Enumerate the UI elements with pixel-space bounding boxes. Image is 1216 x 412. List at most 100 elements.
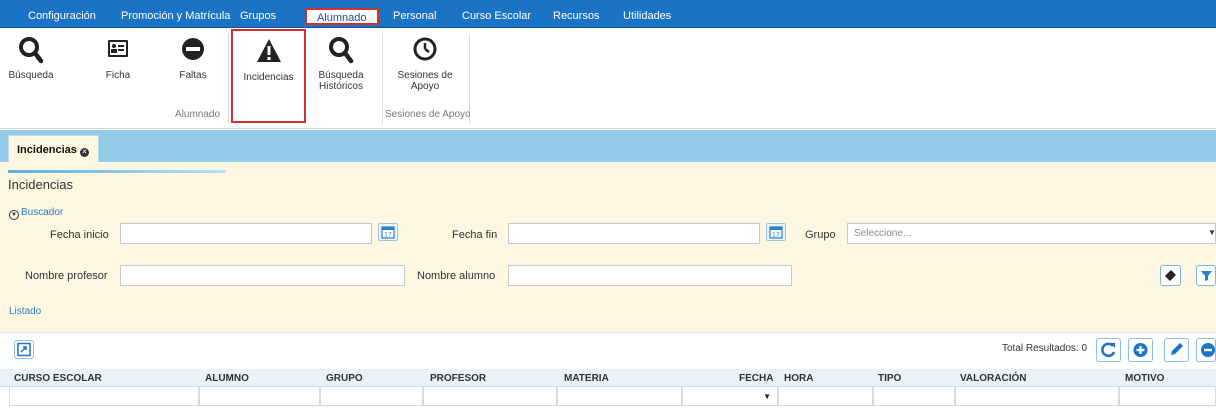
fecha-fin-input[interactable]	[508, 223, 760, 244]
menu-personal[interactable]: Personal	[393, 10, 436, 22]
nombre-profesor-input[interactable]	[120, 265, 405, 286]
refresh-icon	[1101, 342, 1116, 358]
filter-fecha[interactable]: ▼	[682, 387, 778, 406]
column-hora[interactable]: HORA	[784, 369, 813, 387]
title-accent-line	[8, 170, 226, 173]
ribbon-sesiones-label-1: Sesiones de	[397, 70, 453, 81]
no-entry-icon	[182, 38, 204, 60]
results-toolbar: Total Resultados: 0	[0, 332, 1216, 369]
filter-profesor[interactable]	[423, 387, 557, 406]
chevron-down-icon: ▼	[9, 210, 19, 220]
ribbon-faltas-button[interactable]: Faltas	[171, 34, 215, 81]
column-grupo[interactable]: GRUPO	[326, 369, 363, 387]
fecha-inicio-input[interactable]	[120, 223, 372, 244]
buscador-label: Buscador	[21, 207, 64, 218]
total-resultados-label: Total Resultados:	[1002, 343, 1079, 354]
ribbon-sesiones-label-2: Apoyo	[410, 81, 440, 92]
ribbon-ficha-label: Ficha	[105, 70, 131, 81]
total-resultados-count: 0	[1081, 343, 1088, 354]
ribbon-group-sesiones-label: Sesiones de Apoyo	[385, 109, 471, 120]
menu-utilidades[interactable]: Utilidades	[623, 10, 671, 22]
close-icon[interactable]: ✕	[79, 148, 89, 157]
chevron-down-icon: ▼	[1208, 228, 1216, 237]
nombre-alumno-input[interactable]	[508, 265, 792, 286]
results-table: CURSO ESCOLAR ALUMNO GRUPO PROFESOR MATE…	[0, 369, 1216, 412]
filter-motivo[interactable]	[1119, 387, 1216, 406]
listado-label: Listado	[9, 306, 42, 317]
ribbon-busqueda-label: Búsqueda	[8, 70, 54, 81]
id-card-icon	[108, 40, 128, 57]
ribbon-ficha-button[interactable]: Ficha	[100, 34, 136, 81]
filter-materia[interactable]	[557, 387, 682, 406]
ribbon-busqueda-historicos-label-2: Históricos	[319, 81, 363, 92]
fecha-inicio-label: Fecha inicio	[50, 229, 109, 241]
ribbon-separator	[228, 34, 229, 124]
pencil-icon	[1171, 343, 1183, 355]
ribbon-toolbar: Búsqueda Ficha Faltas Incidencias Búsque…	[0, 28, 1216, 129]
ribbon-incidencias-label: Incidencias	[243, 72, 294, 83]
delete-button[interactable]	[1196, 338, 1216, 362]
eraser-icon	[1165, 270, 1176, 281]
tab-incidencias-label: Incidencias	[17, 144, 77, 156]
nombre-alumno-label: Nombre alumno	[417, 270, 496, 282]
tab-incidencias[interactable]: Incidencias ✕	[8, 135, 99, 162]
filter-hora[interactable]	[778, 387, 873, 406]
fecha-inicio-calendar-button[interactable]: 17	[378, 223, 398, 241]
menu-configuracion[interactable]: Configuración	[28, 10, 96, 22]
column-fecha[interactable]: FECHA	[739, 369, 773, 387]
main-menubar: Configuración Promoción y Matrícula Grup…	[0, 0, 1216, 28]
clear-filters-button[interactable]	[1160, 265, 1181, 286]
export-icon	[17, 342, 31, 357]
tab-strip: Incidencias ✕	[0, 130, 1216, 162]
filter-alumno[interactable]	[199, 387, 320, 406]
column-tipo[interactable]: TIPO	[878, 369, 901, 387]
filter-icon	[1201, 271, 1212, 281]
column-profesor[interactable]: PROFESOR	[430, 369, 486, 387]
filter-curso-escolar[interactable]	[9, 387, 199, 406]
ribbon-busqueda-historicos-button[interactable]: Búsqueda Históricos	[314, 34, 368, 92]
menu-alumnado[interactable]: Alumnado	[305, 8, 379, 25]
clock-icon	[413, 37, 437, 61]
grupo-select[interactable]: Seleccione...	[847, 223, 1216, 244]
column-motivo[interactable]: MOTIVO	[1125, 369, 1164, 387]
menu-grupos[interactable]: Grupos	[240, 10, 276, 22]
edit-button[interactable]	[1164, 338, 1189, 362]
search-panel: Incidencias ▼ Buscador Fecha inicio 17 Fe…	[0, 162, 1216, 332]
search-icon	[19, 37, 44, 64]
plus-circle-icon	[1133, 343, 1148, 357]
filter-tipo[interactable]	[873, 387, 955, 406]
add-button[interactable]	[1128, 338, 1153, 362]
svg-text:17: 17	[772, 232, 780, 239]
menu-curso-escolar[interactable]: Curso Escolar	[462, 10, 531, 22]
svg-text:17: 17	[384, 232, 392, 239]
column-alumno[interactable]: ALUMNO	[205, 369, 249, 387]
filter-grupo[interactable]	[320, 387, 423, 406]
calendar-icon: 17	[381, 226, 395, 239]
ribbon-sesiones-apoyo-button[interactable]: Sesiones de Apoyo	[392, 34, 458, 92]
fecha-fin-label: Fecha fin	[452, 229, 498, 241]
column-materia[interactable]: MATERIA	[564, 369, 609, 387]
page-title: Incidencias	[8, 177, 74, 192]
calendar-icon: 17	[769, 226, 783, 239]
filter-button[interactable]	[1196, 265, 1216, 286]
ribbon-busqueda-button[interactable]: Búsqueda	[6, 34, 56, 81]
column-curso-escolar[interactable]: CURSO ESCOLAR	[14, 369, 102, 387]
total-resultados: Total Resultados: 0	[1002, 343, 1087, 354]
minus-circle-icon	[1201, 343, 1215, 357]
buscador-toggle[interactable]: ▼ Buscador	[9, 207, 63, 220]
ribbon-separator	[382, 34, 383, 124]
ribbon-busqueda-historicos-label-1: Búsqueda	[318, 70, 364, 81]
warning-icon	[256, 39, 281, 62]
filter-valoracion[interactable]	[955, 387, 1119, 406]
chevron-down-icon: ▼	[763, 392, 771, 401]
menu-recursos[interactable]: Recursos	[553, 10, 599, 22]
menu-promocion-matricula[interactable]: Promoción y Matrícula	[121, 10, 230, 22]
column-valoracion[interactable]: VALORACIÓN	[960, 369, 1026, 387]
export-button[interactable]	[14, 340, 34, 359]
fecha-fin-calendar-button[interactable]: 17	[766, 223, 786, 241]
nombre-profesor-label: Nombre profesor	[25, 270, 108, 282]
ribbon-group-alumnado-label: Alumnado	[175, 109, 221, 120]
refresh-button[interactable]	[1096, 338, 1121, 362]
ribbon-faltas-label: Faltas	[179, 70, 207, 81]
ribbon-incidencias-button[interactable]: Incidencias	[231, 29, 306, 123]
